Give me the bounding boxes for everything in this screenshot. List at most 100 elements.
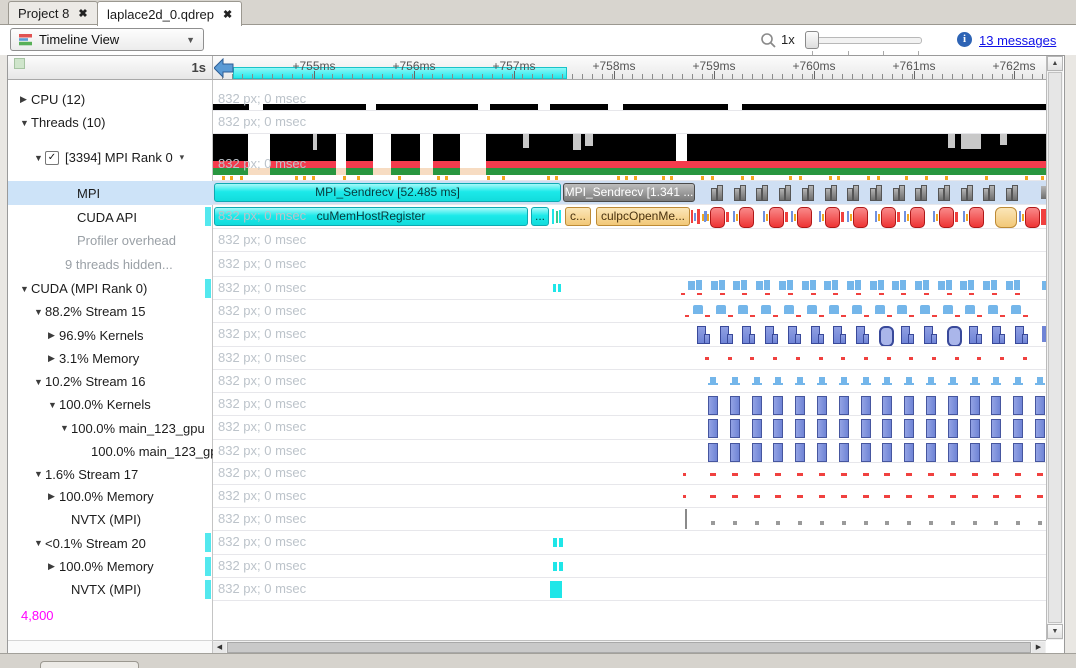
ruler-major-tick [1014, 71, 1015, 79]
kernel-summary-mark [920, 305, 930, 314]
expander-expand-icon[interactable]: ▶ [20, 94, 31, 105]
timeline-panel: 1s +755ms+756ms+757ms+758ms+759ms+760ms+… [7, 55, 1065, 654]
timeline-row-100-0-main-123-gpu[interactable]: 832 px; 0 msec [213, 416, 1046, 440]
stream16-mark [926, 383, 936, 385]
timeline-row-nvtx-mpi-[interactable]: 832 px; 0 msec [213, 578, 1046, 601]
kernel-bar [708, 443, 718, 462]
event-mark [847, 281, 854, 290]
scroll-up-button[interactable]: ▲ [1047, 56, 1063, 71]
cuda-api-event-bar-tan[interactable]: c... [565, 207, 591, 226]
tab-laplace2d-0-qdrep[interactable]: laplace2d_0.qdrep✖ [97, 1, 242, 26]
row-size-label: 832 px; 0 msec [218, 465, 306, 480]
vertical-scrollbar-thumb[interactable] [1048, 72, 1062, 623]
mpi-sendrecv-event-bar[interactable]: MPI_Sendrecv [52.485 ms] [214, 183, 561, 202]
scroll-down-button[interactable]: ▼ [1047, 624, 1063, 639]
expander-collapse-icon[interactable]: ▼ [34, 153, 45, 163]
timeline-row-96-9-kernels[interactable]: 832 px; 0 msec [213, 323, 1046, 347]
timeline-row-threads-10-[interactable]: 832 px; 0 msec [213, 111, 1046, 134]
timeline-row-10-2-stream-16[interactable]: 832 px; 0 msec [213, 370, 1046, 393]
expander-collapse-icon[interactable]: ▼ [34, 377, 45, 387]
event-mark [696, 280, 702, 290]
timeline-row--0-1-stream-20[interactable]: 832 px; 0 msec [213, 531, 1046, 555]
timeline-row-88-2-stream-15[interactable]: 832 px; 0 msec [213, 300, 1046, 323]
cuda-api-event-bar-small[interactable]: ... [531, 207, 549, 226]
expander-collapse-icon[interactable]: ▼ [48, 400, 59, 410]
expander-collapse-icon[interactable]: ▼ [20, 284, 31, 294]
sidebar-item-10-2-stream-16[interactable]: ▼10.2% Stream 16 [8, 370, 239, 393]
kernel-summary-mark [875, 305, 885, 314]
tab-project-8[interactable]: Project 8✖ [8, 1, 98, 24]
expander-expand-icon[interactable]: ▶ [48, 491, 59, 502]
timeline-row-100-0-main-123-gpu[interactable]: 832 px; 0 msec [213, 440, 1046, 463]
memory-op-mark [993, 473, 999, 476]
kernel-bar [817, 443, 827, 462]
timeline-row--3394-mpi-rank-0[interactable]: 832 px; 0 msec [213, 134, 1046, 181]
expander-collapse-icon[interactable]: ▼ [60, 423, 71, 433]
nvtx-mark [842, 521, 846, 525]
timeline-row-3-1-memory[interactable]: 832 px; 0 msec [213, 347, 1046, 370]
cpu-utilization-bar [490, 104, 538, 110]
info-icon: i [957, 32, 972, 47]
tab-close-icon[interactable]: ✖ [223, 8, 232, 21]
sidebar-item-threads-10-[interactable]: ▼Threads (10) [8, 111, 225, 134]
kernel-bar [730, 419, 740, 438]
expander-collapse-icon[interactable]: ▼ [34, 307, 45, 317]
cuda-api-red-event [739, 207, 754, 228]
memory-op-mark [732, 495, 738, 498]
horizontal-scrollbar-thumb[interactable] [227, 642, 1031, 653]
sidebar-item-cuda-mpi-rank-0-[interactable]: ▼CUDA (MPI Rank 0) [8, 277, 225, 300]
kernel-bar [882, 419, 892, 438]
timeline-row-cuda-mpi-rank-0-[interactable]: 832 px; 0 msec [213, 277, 1046, 300]
vertical-scrollbar[interactable]: ▲ ▼ [1046, 56, 1063, 640]
sidebar-item--3394-mpi-rank-0[interactable]: ▼✓[3394] MPI Rank 0▾ [8, 134, 239, 181]
expander-collapse-icon[interactable]: ▼ [20, 118, 31, 128]
timeline-row-cpu-12-[interactable]: 832 px; 0 msec [213, 88, 1046, 111]
timeline-row-cuda-api[interactable]: 832 px; 0 mseccuMemHostRegister...c...cu… [213, 205, 1046, 229]
event-mark [819, 211, 821, 222]
timeline-row-100-0-memory[interactable]: 832 px; 0 msec [213, 555, 1046, 578]
timeline-row-100-0-kernels[interactable]: 832 px; 0 msec [213, 393, 1046, 416]
messages-link[interactable]: 13 messages [979, 33, 1056, 48]
zoom-slider[interactable] [806, 37, 922, 44]
timeline-row-profiler-overhead[interactable]: 832 px; 0 msec [213, 229, 1046, 252]
sidebar-item-cpu-12-[interactable]: ▶CPU (12) [8, 88, 225, 111]
nvtx-mark [951, 521, 955, 525]
expander-expand-icon[interactable]: ▶ [48, 353, 59, 364]
kernel-bar [882, 396, 892, 415]
sidebar-item-label: <0.1% Stream 20 [45, 536, 146, 551]
expander-collapse-icon[interactable]: ▼ [34, 538, 45, 548]
mpi-sendrecv-event-bar-2[interactable]: MPI_Sendrecv [1.341 ... [563, 183, 695, 202]
expander-expand-icon[interactable]: ▶ [48, 561, 59, 572]
timeline-row-9-threads-hidden-[interactable]: 832 px; 0 msec [213, 252, 1046, 277]
thread-visibility-checkbox[interactable]: ✓ [45, 151, 59, 165]
ruler-origin-label: 1s [192, 60, 206, 75]
time-ruler[interactable]: +755ms+756ms+757ms+758ms+759ms+760ms+761… [213, 56, 1046, 80]
kernel-bar [752, 396, 762, 415]
thread-options-caret-icon[interactable]: ▾ [180, 152, 185, 163]
timeline-row-1-6-stream-17[interactable]: 832 px; 0 msec [213, 463, 1046, 485]
tab-close-icon[interactable]: ✖ [78, 7, 87, 20]
sidebar-item-1-6-stream-17[interactable]: ▼1.6% Stream 17 [8, 463, 239, 485]
pan-left-arrow-icon[interactable] [214, 58, 234, 78]
kernel-bar [839, 419, 849, 438]
event-mark [856, 293, 861, 295]
expander-expand-icon[interactable]: ▶ [48, 330, 59, 341]
memory-op-mark [797, 495, 803, 498]
sidebar-item-88-2-stream-15[interactable]: ▼88.2% Stream 15 [8, 300, 239, 323]
scroll-right-button[interactable]: ▶ [1032, 642, 1045, 653]
timeline-row-100-0-memory[interactable]: 832 px; 0 msec [213, 485, 1046, 508]
event-mark [486, 168, 1046, 175]
cuda-api-red-event [769, 207, 784, 228]
timeline-row-mpi[interactable]: 832 px; 0 msecMPI_Sendrecv [52.485 ms]MP… [213, 181, 1046, 205]
memory-op-mark [728, 357, 732, 360]
expander-collapse-icon[interactable]: ▼ [34, 469, 45, 479]
timeline-canvas[interactable]: 832 px; 0 msec832 px; 0 msec832 px; 0 ms… [213, 80, 1046, 640]
horizontal-scrollbar[interactable]: ◀ ▶ [213, 640, 1046, 653]
view-selector-dropdown[interactable]: Timeline View ▼ [10, 28, 204, 51]
cuda-api-event-bar-ipc[interactable]: culpcOpenMe... [596, 207, 690, 226]
row-tree-sidebar: 4,800 ▶CPU (12)▼Threads (10)▼✓[3394] MPI… [8, 80, 213, 640]
scroll-left-button[interactable]: ◀ [213, 642, 226, 653]
timeline-row-nvtx-mpi-[interactable]: 832 px; 0 msec [213, 508, 1046, 531]
zoom-slider-handle[interactable] [805, 31, 819, 49]
collapsed-panel-tab[interactable] [40, 661, 139, 668]
